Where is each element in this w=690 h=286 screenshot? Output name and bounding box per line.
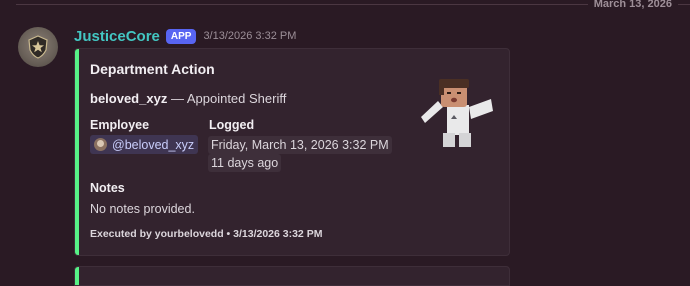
employee-mention-text: @beloved_xyz [112, 137, 195, 152]
embed-title: Department Action [90, 61, 215, 77]
message-timestamp[interactable]: 3/13/2026 3:32 PM [203, 30, 296, 42]
author-username[interactable]: JusticeCore [74, 28, 160, 45]
embed-accent-bar [75, 49, 79, 255]
message-header: JusticeCore APP 3/13/2026 3:32 PM [74, 27, 296, 45]
field-notes-label: Notes [90, 181, 125, 195]
app-badge: APP [165, 28, 197, 44]
author-avatar[interactable] [18, 27, 58, 67]
roblox-avatar-thumbnail[interactable] [411, 77, 495, 149]
description-action: — Appointed Sheriff [167, 91, 287, 106]
sheriff-badge-icon [28, 35, 48, 59]
field-notes-value: No notes provided. [90, 202, 195, 216]
logged-timestamp[interactable]: Friday, March 13, 2026 3:32 PM [208, 136, 392, 154]
field-employee-label: Employee [90, 118, 150, 132]
description-username: beloved_xyz [90, 91, 168, 106]
logged-relative-time[interactable]: 11 days ago [208, 154, 282, 172]
embed-card: Department Action beloved_xyz — Appointe… [74, 48, 510, 256]
field-logged-label: Logged [209, 118, 255, 132]
employee-mention[interactable]: @beloved_xyz [90, 135, 199, 154]
date-divider-label: March 13, 2026 [587, 0, 678, 11]
embed-description: beloved_xyz — Appointed Sheriff [90, 91, 286, 106]
embed-footer: Executed by yourbelovedd • 3/13/2026 3:3… [90, 228, 323, 240]
mention-avatar-icon [94, 138, 107, 151]
next-embed-card [74, 266, 510, 286]
